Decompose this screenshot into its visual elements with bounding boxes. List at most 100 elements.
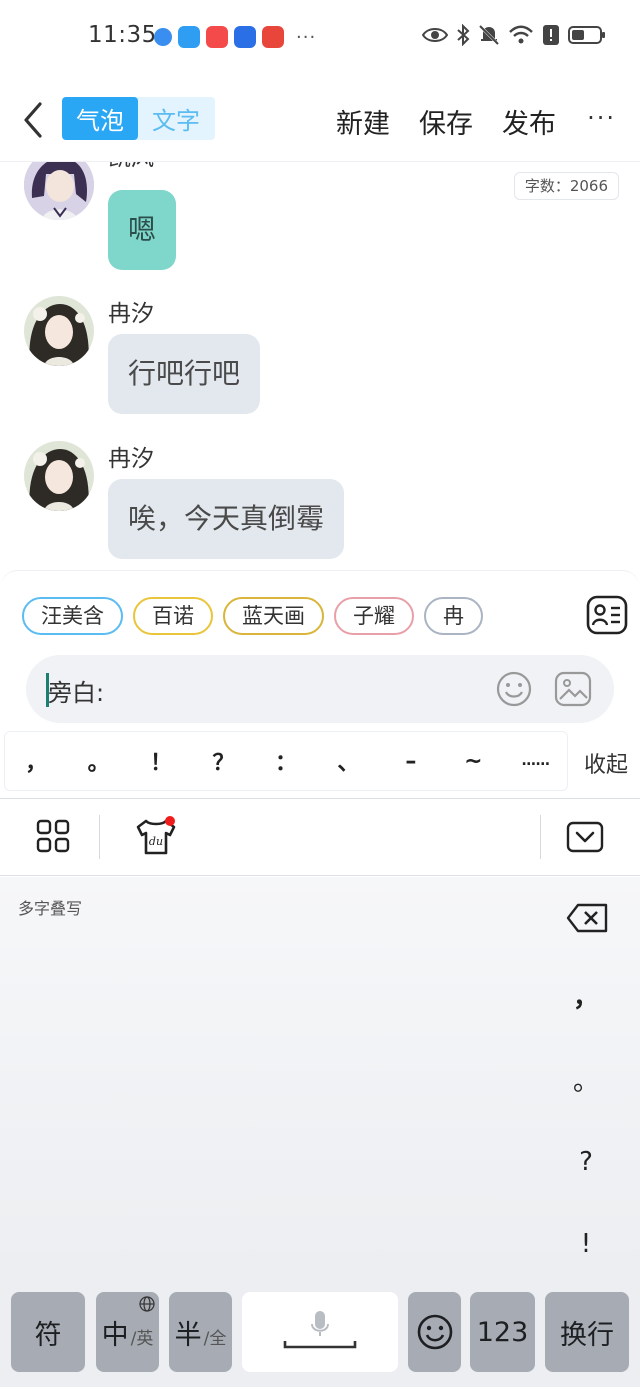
status-bar: 11:35 ··· xyxy=(0,0,640,76)
enter-key-label: 换行 xyxy=(560,1319,614,1351)
smiley-icon xyxy=(496,671,532,707)
mode-text-tab[interactable]: 文字 xyxy=(138,97,214,140)
chat-message[interactable]: 冉汐 唉，今天真倒霉 xyxy=(0,437,640,572)
smiley-icon xyxy=(417,1314,452,1350)
chat-message[interactable]: 凯风 嗯 xyxy=(0,162,640,270)
notification-icons: ··· xyxy=(154,26,316,48)
skin-button[interactable]: du xyxy=(134,815,178,861)
sender-name: 冉汐 xyxy=(108,446,154,472)
role-manage-button[interactable] xyxy=(586,595,628,635)
emoji-button[interactable] xyxy=(496,671,532,707)
punct-key[interactable]: …… xyxy=(516,753,556,769)
role-chip[interactable]: 冉 xyxy=(424,597,483,635)
punct-key[interactable]: – xyxy=(391,749,431,774)
role-chip[interactable]: 百诺 xyxy=(133,597,213,635)
avatar-image-icon xyxy=(24,162,94,220)
punct-key[interactable]: 。 xyxy=(79,745,119,777)
half-full-width-key[interactable]: 半/全 xyxy=(169,1292,232,1372)
globe-icon xyxy=(139,1296,155,1312)
more-menu-button[interactable]: ··· xyxy=(587,104,616,132)
battery-icon xyxy=(568,26,605,44)
avatar-image-icon xyxy=(24,296,94,366)
divider xyxy=(540,815,541,859)
handwriting-pad[interactable]: 多字叠写 ， 。 ? ! xyxy=(0,877,640,1277)
backspace-button[interactable] xyxy=(566,903,608,933)
book-app-icon xyxy=(262,26,284,48)
back-button[interactable] xyxy=(18,100,48,140)
symbol-key[interactable]: 符 xyxy=(11,1292,85,1372)
keyboard-toolbar: du xyxy=(0,798,640,876)
punct-key[interactable]: ， xyxy=(16,745,56,777)
side-punct-key[interactable]: ? xyxy=(564,1147,608,1177)
avatar[interactable] xyxy=(24,296,94,366)
bluetooth-icon xyxy=(457,24,470,46)
input-panel: 汪美含 百诺 蓝天画 子耀冉 旁白: ， 。 ！ ？ ： 、 – ~ …… 收起 xyxy=(0,570,640,798)
new-button[interactable]: 新建 xyxy=(336,102,390,141)
punct-key[interactable]: ！ xyxy=(141,745,181,777)
number-key-label: 123 xyxy=(476,1316,529,1348)
role-chip[interactable]: 汪美含 xyxy=(22,597,123,635)
avatar[interactable] xyxy=(24,162,94,220)
message-bubble[interactable]: 嗯 xyxy=(108,190,177,270)
symbol-key-label: 符 xyxy=(34,1319,62,1351)
half-key-label: 半 xyxy=(174,1319,202,1351)
wifi-icon xyxy=(509,25,533,44)
globe-app-icon xyxy=(154,28,172,46)
number-key[interactable]: 123 xyxy=(470,1292,535,1372)
side-punct-key[interactable]: ! xyxy=(564,1229,608,1259)
sender-name: 凯风 xyxy=(108,162,154,172)
mode-bubble-tab[interactable]: 气泡 xyxy=(62,97,138,140)
svg-text:du: du xyxy=(149,835,163,848)
weather-app-icon xyxy=(178,26,200,48)
keyboard-bottom-row: 符 中/英 半/全 123 换行 xyxy=(0,1277,640,1387)
space-voice-key[interactable] xyxy=(242,1292,398,1372)
enter-key[interactable]: 换行 xyxy=(545,1292,629,1372)
side-punct-key[interactable]: 。 xyxy=(564,1061,608,1098)
punct-key[interactable]: ~ xyxy=(453,749,493,774)
keyboard-menu-button[interactable] xyxy=(36,819,70,857)
hide-keyboard-button[interactable] xyxy=(566,821,604,857)
grid-icon xyxy=(36,819,70,853)
contact-card-icon xyxy=(586,595,628,635)
half-key-sub: /全 xyxy=(203,1328,227,1349)
role-chip[interactable]: 子耀 xyxy=(334,597,414,635)
save-button[interactable]: 保存 xyxy=(419,102,473,141)
punct-key[interactable]: ： xyxy=(266,745,306,777)
mode-toggle: 气泡 文字 xyxy=(62,97,215,140)
message-bubble[interactable]: 行吧行吧 xyxy=(108,334,261,414)
chevron-left-icon xyxy=(24,102,42,138)
avatar[interactable] xyxy=(24,441,94,511)
image-icon xyxy=(554,671,592,707)
language-switch-key[interactable]: 中/英 xyxy=(96,1292,159,1372)
mute-bell-icon xyxy=(478,24,500,46)
publish-button[interactable]: 发布 xyxy=(502,102,556,141)
shop-app-icon xyxy=(206,26,228,48)
role-selector[interactable]: 汪美含 百诺 蓝天画 子耀冉 xyxy=(22,597,492,637)
image-button[interactable] xyxy=(554,671,592,707)
status-time: 11:35 xyxy=(88,22,157,48)
language-key-label: 中 xyxy=(101,1319,129,1351)
punct-key[interactable]: ？ xyxy=(204,745,244,777)
narrator-label: 旁白: xyxy=(48,679,105,707)
more-notifications-icon: ··· xyxy=(296,26,317,48)
divider xyxy=(99,815,100,859)
bulb-app-icon xyxy=(234,26,256,48)
tshirt-icon: du xyxy=(136,816,176,855)
emoji-key[interactable] xyxy=(408,1292,461,1372)
role-chip[interactable]: 蓝天画 xyxy=(223,597,324,635)
handwriting-mode-label: 多字叠写 xyxy=(18,899,83,918)
language-key-sub: /英 xyxy=(130,1328,154,1349)
collapse-button[interactable]: 收起 xyxy=(584,747,628,779)
eye-icon xyxy=(422,28,448,42)
punct-key[interactable]: 、 xyxy=(328,745,368,777)
chat-area[interactable]: 字数：2066 凯风 嗯 冉汐 行吧行吧 xyxy=(0,162,640,572)
top-toolbar: 气泡 文字 新建 保存 发布 ··· xyxy=(0,76,640,162)
avatar-image-icon xyxy=(24,441,94,511)
microphone-icon xyxy=(283,1311,357,1349)
backspace-icon xyxy=(566,903,608,933)
side-punct-key[interactable]: ， xyxy=(564,977,608,1014)
keyboard-hide-icon xyxy=(566,821,604,853)
message-input[interactable]: 旁白: xyxy=(26,655,614,723)
message-bubble[interactable]: 唉，今天真倒霉 xyxy=(108,479,345,559)
chat-message[interactable]: 冉汐 行吧行吧 xyxy=(0,292,640,422)
